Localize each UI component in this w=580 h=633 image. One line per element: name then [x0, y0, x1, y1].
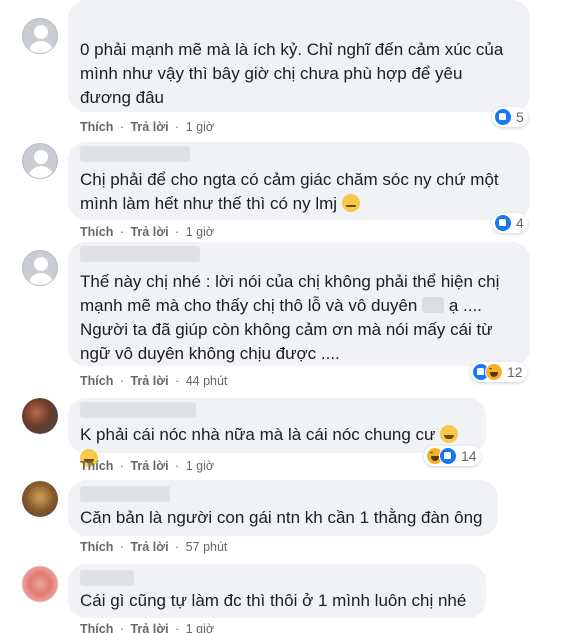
like-link[interactable]: Thích [80, 225, 113, 239]
like-link[interactable]: Thích [80, 540, 113, 554]
reaction-count: 5 [516, 109, 524, 125]
reaction-summary[interactable]: 5 [492, 107, 528, 127]
comment-actions: Thích · Trả lời · 1 giờ [80, 225, 215, 239]
avatar[interactable] [22, 481, 58, 517]
comment-text: 0 phải mạnh mẽ mà là ích kỷ. Chỉ nghĩ đế… [80, 40, 504, 107]
haha-reaction-icon [485, 363, 503, 381]
like-link[interactable]: Thích [80, 459, 113, 473]
comment-text: Cái gì cũng tự làm đc thì thôi ở 1 mình … [80, 591, 467, 610]
author-name[interactable] [80, 146, 190, 162]
comment-text: Chị phải để cho ngta có cảm giác chăm só… [80, 170, 499, 213]
reply-link[interactable]: Trả lời [130, 225, 168, 239]
reaction-summary[interactable]: 14 [424, 446, 481, 466]
comment-bubble: Căn bản là người con gái ntn kh cần 1 th… [68, 480, 498, 536]
timestamp[interactable]: 1 giờ [186, 459, 214, 473]
comment-actions: Thích · Trả lời · 57 phút [80, 540, 228, 554]
author-name[interactable] [80, 486, 170, 502]
censored-word [422, 297, 445, 313]
timestamp[interactable]: 1 giờ [186, 622, 214, 633]
timestamp[interactable]: 1 giờ [186, 225, 214, 239]
comment-bubble: 0 phải mạnh mẽ mà là ích kỷ. Chỉ nghĩ đế… [68, 0, 530, 112]
reply-link[interactable]: Trả lời [130, 374, 168, 388]
reaction-summary[interactable]: 12 [470, 362, 527, 382]
comment-actions: Thích · Trả lời · 1 giờ [80, 120, 215, 134]
reaction-count: 4 [516, 215, 524, 231]
like-link[interactable]: Thích [80, 622, 113, 633]
avatar[interactable] [22, 566, 58, 602]
author-name[interactable] [80, 570, 134, 586]
comment-text: Căn bản là người con gái ntn kh cần 1 th… [80, 508, 483, 527]
comment-bubble: Thế này chị nhé : lời nói của chị không … [68, 242, 530, 366]
reaction-summary[interactable]: 4 [492, 213, 528, 233]
reply-link[interactable]: Trả lời [130, 622, 168, 633]
comment-bubble: K phải cái nóc nhà nữa mà là cái nóc chu… [68, 398, 486, 467]
sweat-emoji-icon [341, 194, 360, 212]
comment-bubble: Chị phải để cho ngta có cảm giác chăm só… [68, 142, 530, 220]
comment-actions: Thích · Trả lời · 1 giờ [80, 622, 214, 633]
like-link[interactable]: Thích [80, 374, 113, 388]
timestamp[interactable]: 1 giờ [186, 120, 214, 134]
author-name[interactable] [80, 246, 200, 262]
reaction-count: 14 [461, 448, 477, 464]
reply-link[interactable]: Trả lời [130, 540, 168, 554]
comment-bubble: Cái gì cũng tự làm đc thì thôi ở 1 mình … [68, 564, 486, 618]
reaction-count: 12 [507, 364, 523, 380]
comment-actions: Thích · Trả lời · 1 giờ [80, 459, 215, 473]
like-reaction-icon [494, 108, 512, 126]
comment-actions: Thích · Trả lời · 44 phút [80, 374, 228, 388]
avatar[interactable] [22, 18, 58, 54]
laugh-emoji-icon [440, 425, 459, 443]
reply-link[interactable]: Trả lời [130, 459, 168, 473]
avatar[interactable] [22, 398, 58, 434]
avatar[interactable] [22, 250, 58, 286]
comment-text: Thế này chị nhé : lời nói của chị không … [80, 272, 500, 363]
timestamp[interactable]: 44 phút [186, 374, 228, 388]
like-link[interactable]: Thích [80, 120, 113, 134]
like-reaction-icon [494, 214, 512, 232]
timestamp[interactable]: 57 phút [186, 540, 228, 554]
reply-link[interactable]: Trả lời [130, 120, 168, 134]
author-name[interactable] [80, 402, 196, 418]
avatar[interactable] [22, 143, 58, 179]
like-reaction-icon [439, 447, 457, 465]
